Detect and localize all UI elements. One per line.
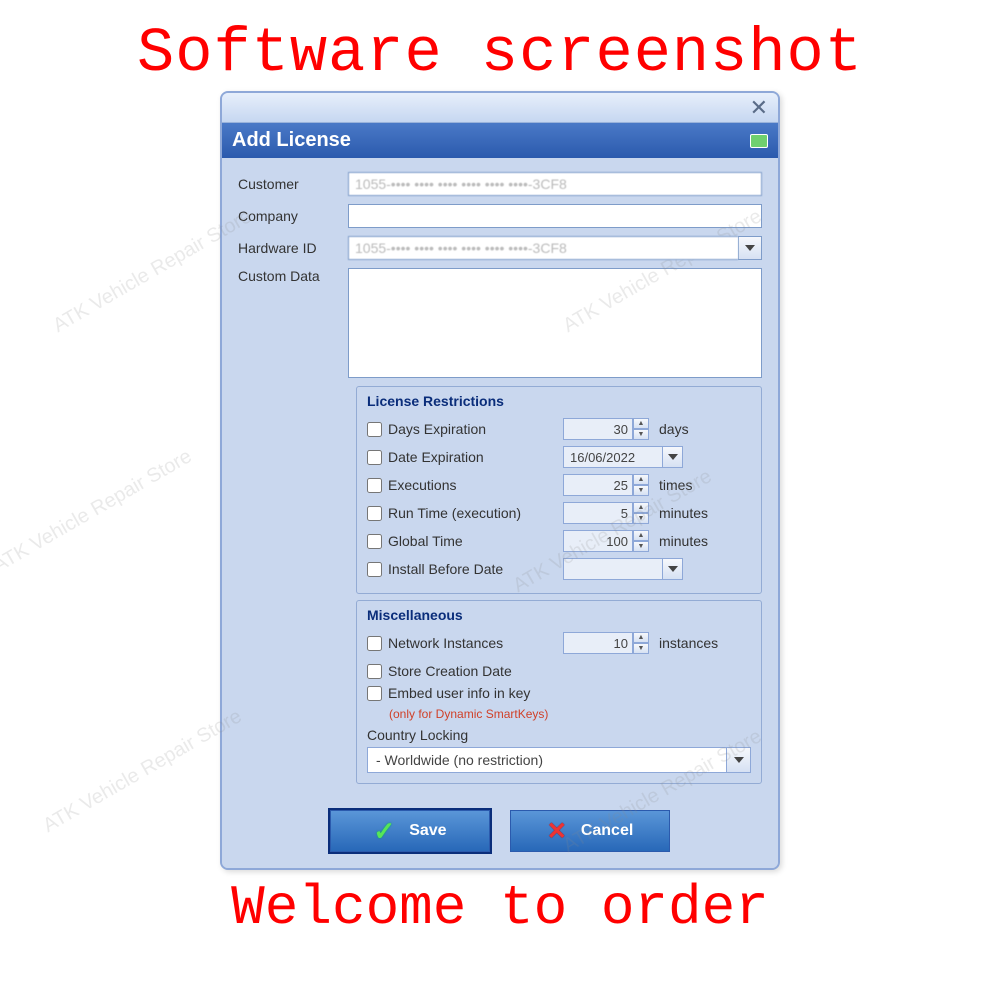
embed-user-info-label: Embed user info in key [388, 685, 530, 701]
installbefore-row: Install Before Date [367, 561, 557, 577]
store-creation-checkbox[interactable] [367, 664, 382, 679]
executions-value[interactable] [563, 474, 633, 496]
days-expiration-checkbox[interactable] [367, 422, 382, 437]
company-input[interactable] [348, 204, 762, 228]
runtime-checkbox[interactable] [367, 506, 382, 521]
globaltime-label: Global Time [388, 533, 463, 549]
add-license-dialog: ✕ Add License Customer Company Hardware … [220, 91, 780, 870]
days-expiration-label: Days Expiration [388, 421, 486, 437]
hardwareid-label: Hardware ID [238, 240, 348, 256]
runtime-unit: minutes [659, 505, 708, 521]
date-expiration-checkbox[interactable] [367, 450, 382, 465]
globaltime-checkbox[interactable] [367, 534, 382, 549]
store-creation-row: Store Creation Date [367, 663, 557, 679]
x-icon: ✕ [547, 817, 567, 846]
date-expiration-value[interactable] [563, 446, 663, 468]
company-label: Company [238, 208, 348, 224]
check-icon: ✓ [373, 816, 395, 847]
customer-label: Customer [238, 176, 348, 192]
executions-unit: times [659, 477, 692, 493]
spinner-up-icon[interactable]: ▲ [633, 530, 649, 541]
network-instances-label: Network Instances [388, 635, 503, 651]
runtime-row: Run Time (execution) [367, 505, 557, 521]
spinner-down-icon[interactable]: ▼ [633, 485, 649, 496]
banner-top: Software screenshot [0, 0, 1000, 91]
miscellaneous-title: Miscellaneous [367, 607, 751, 623]
date-expiration-label: Date Expiration [388, 449, 484, 465]
button-row: ✓ Save ✕ Cancel [222, 796, 778, 868]
date-expiration-row: Date Expiration [367, 449, 557, 465]
globaltime-value[interactable] [563, 530, 633, 552]
country-locking-value[interactable] [367, 747, 727, 773]
chevron-down-icon [668, 566, 678, 572]
spinner-down-icon[interactable]: ▼ [633, 513, 649, 524]
country-locking-dropdown[interactable] [727, 747, 751, 773]
days-expiration-value[interactable] [563, 418, 633, 440]
miscellaneous-group: Miscellaneous Network Instances ▲▼ insta… [356, 600, 762, 784]
customer-input[interactable] [348, 172, 762, 196]
network-instances-row: Network Instances [367, 635, 557, 651]
installbefore-checkbox[interactable] [367, 562, 382, 577]
days-expiration-unit: days [659, 421, 689, 437]
cancel-button-label: Cancel [581, 822, 633, 840]
spinner-down-icon[interactable]: ▼ [633, 541, 649, 552]
globaltime-unit: minutes [659, 533, 708, 549]
executions-label: Executions [388, 477, 456, 493]
chevron-down-icon [734, 757, 744, 763]
installbefore-dropdown[interactable] [663, 558, 683, 580]
runtime-label: Run Time (execution) [388, 505, 521, 521]
executions-row: Executions [367, 477, 557, 493]
license-restrictions-group: License Restrictions Days Expiration ▲▼ … [356, 386, 762, 594]
chevron-down-icon [745, 245, 755, 251]
date-expiration-dropdown[interactable] [663, 446, 683, 468]
banner-bottom: Welcome to order [0, 870, 1000, 952]
customdata-textarea[interactable] [348, 268, 762, 378]
store-creation-label: Store Creation Date [388, 663, 512, 679]
executions-checkbox[interactable] [367, 478, 382, 493]
save-button[interactable]: ✓ Save [330, 810, 490, 852]
window-titlebar: ✕ [222, 93, 778, 123]
network-instances-value[interactable] [563, 632, 633, 654]
spinner-down-icon[interactable]: ▼ [633, 429, 649, 440]
dialog-title: Add License [232, 129, 351, 152]
embed-user-info-row: Embed user info in key [367, 685, 557, 701]
embed-user-info-hint: (only for Dynamic SmartKeys) [389, 707, 548, 721]
installbefore-value[interactable] [563, 558, 663, 580]
license-restrictions-title: License Restrictions [367, 393, 751, 409]
spinner-up-icon[interactable]: ▲ [633, 418, 649, 429]
country-locking-label: Country Locking [367, 727, 751, 743]
days-expiration-row: Days Expiration [367, 421, 557, 437]
card-icon [750, 134, 768, 148]
dialog-header: Add License [222, 123, 778, 158]
spinner-down-icon[interactable]: ▼ [633, 643, 649, 654]
network-instances-checkbox[interactable] [367, 636, 382, 651]
hardwareid-input[interactable] [348, 236, 738, 260]
globaltime-row: Global Time [367, 533, 557, 549]
customdata-label: Custom Data [238, 268, 348, 284]
spinner-up-icon[interactable]: ▲ [633, 632, 649, 643]
close-icon[interactable]: ✕ [750, 95, 768, 121]
spinner-up-icon[interactable]: ▲ [633, 502, 649, 513]
spinner-up-icon[interactable]: ▲ [633, 474, 649, 485]
cancel-button[interactable]: ✕ Cancel [510, 810, 670, 852]
runtime-value[interactable] [563, 502, 633, 524]
hardwareid-dropdown-button[interactable] [738, 236, 762, 260]
save-button-label: Save [409, 822, 446, 840]
network-instances-unit: instances [659, 635, 718, 651]
installbefore-label: Install Before Date [388, 561, 503, 577]
chevron-down-icon [668, 454, 678, 460]
embed-user-info-checkbox[interactable] [367, 686, 382, 701]
